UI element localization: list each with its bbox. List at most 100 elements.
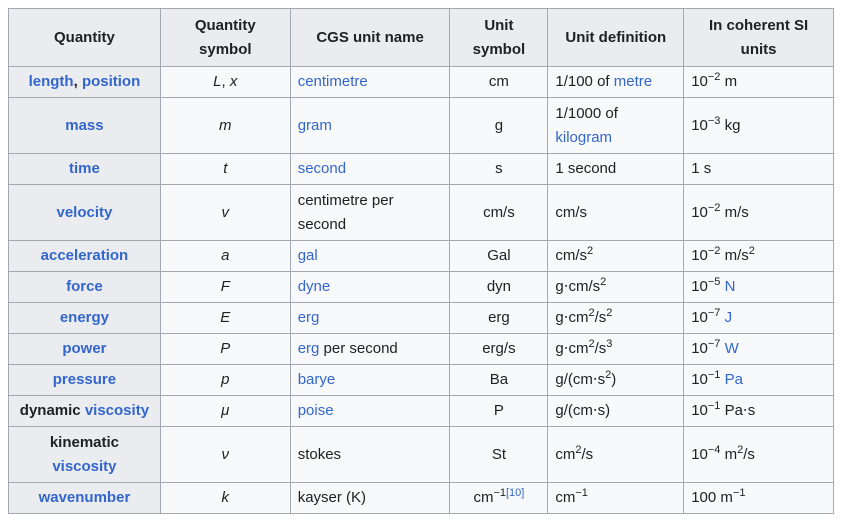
unit-name-link-second[interactable]: second [298, 160, 346, 177]
si-unit-link-joule[interactable]: J [725, 309, 733, 326]
unit-name-cell: second [289, 153, 451, 185]
si-exponent: −1 [707, 400, 721, 412]
si-cell: 10−2 m/s2 [683, 240, 834, 272]
si-unit: Pa⋅s [720, 402, 756, 419]
definition-text: 1/100 of [555, 73, 614, 90]
unit-name-link-gram[interactable]: gram [298, 117, 332, 134]
quantity-separator: , [73, 73, 82, 90]
si-cell: 10−7 W [683, 333, 834, 365]
header-quantity[interactable]: Quantity [8, 8, 161, 67]
si-cell: 1 s [683, 153, 834, 185]
si-exponent: −7 [707, 307, 721, 319]
unit-name-link-dyne[interactable]: dyne [298, 278, 331, 295]
quantity-cell: force [8, 271, 161, 303]
page: Quantity Quantity symbol CGS unit name U… [0, 0, 842, 514]
quantity-link-pressure[interactable]: pressure [53, 371, 116, 388]
quantity-link-wavenumber[interactable]: wavenumber [39, 489, 131, 506]
unit-name-link-erg[interactable]: erg [298, 309, 320, 326]
symbol-x: x [229, 73, 238, 90]
si-exponent: −5 [707, 276, 721, 288]
si-exponent: −1 [732, 487, 746, 499]
quantity-link-energy[interactable]: energy [60, 309, 109, 326]
symbol-L: L [213, 73, 222, 90]
quantity-cell: energy [8, 302, 161, 334]
si-unit: m/s [720, 203, 749, 221]
unit-name-link-gal[interactable]: gal [298, 247, 318, 264]
unit-name-cell: gram [289, 97, 451, 154]
quantity-cell: mass [8, 97, 161, 154]
quantity-link-length[interactable]: length [29, 73, 74, 90]
unit-name-link-poise[interactable]: poise [298, 402, 334, 419]
unit-name-link-barye[interactable]: barye [298, 371, 336, 388]
header-unit-symbol[interactable]: Unit symbol [449, 8, 549, 67]
quantity-text-kinematic: kinematic [49, 433, 120, 451]
quantity-link-position[interactable]: position [82, 73, 140, 90]
quantity-link-viscosity[interactable]: viscosity [52, 458, 116, 475]
si-unit: m [720, 73, 738, 90]
table-row-length: length, position L, x centimetre cm 1/10… [8, 66, 834, 98]
definition-text: cm [555, 445, 576, 463]
si-unit-link-newton[interactable]: N [725, 278, 736, 295]
quantity-cell: kinematic viscosity [8, 426, 161, 483]
definition-link-kilogram[interactable]: kilogram [555, 129, 612, 146]
quantity-link-mass[interactable]: mass [65, 117, 103, 134]
definition-text: ) [611, 371, 617, 388]
unit-symbol-cell: Ba [449, 364, 549, 396]
si-unit-link-pascal[interactable]: Pa [725, 371, 743, 388]
unit-name-cell: dyne [289, 271, 451, 303]
si-unit-suffix: /s [743, 445, 755, 463]
si-base: 10 [691, 402, 708, 419]
definition-exponent: 3 [606, 338, 613, 350]
unit-definition-cell: cm2/s [547, 426, 685, 483]
unit-symbol-cell: erg [449, 302, 549, 334]
table-row-pressure: pressure p barye Ba g/(cm⋅s2) 10−1 Pa [8, 364, 834, 396]
unit-definition-cell: 1/100 of metre [547, 66, 685, 98]
quantity-cell: pressure [8, 364, 161, 396]
si-cell: 10−4 m2/s [683, 426, 834, 483]
table-row-velocity: velocity v centimetre per second cm/s cm/… [8, 184, 834, 241]
unit-definition-cell: g/(cm⋅s2) [547, 364, 685, 396]
header-cgs-unit-name[interactable]: CGS unit name [289, 8, 451, 67]
si-unit-link-watt[interactable]: W [725, 340, 739, 357]
symbol-cell: a [159, 240, 291, 272]
quantity-link-acceleration[interactable]: acceleration [41, 247, 129, 264]
header-quantity-symbol[interactable]: Quantity symbol [159, 8, 291, 67]
table-row-wavenumber: wavenumber k kayser (K) cm−1[10] cm−1 10… [8, 482, 834, 514]
si-cell: 10−2 m/s [683, 184, 834, 241]
si-exponent: −1 [707, 369, 721, 381]
quantity-link-time[interactable]: time [69, 160, 100, 177]
header-si-units[interactable]: In coherent SI units [683, 8, 834, 67]
unit-definition-cell: g⋅cm/s2 [547, 271, 685, 303]
si-base: 10 [691, 247, 708, 264]
quantity-link-velocity[interactable]: velocity [56, 204, 112, 221]
si-cell: 100 m−1 [683, 482, 834, 514]
reference-link[interactable]: [10] [506, 487, 524, 499]
symbol-cell: k [159, 482, 291, 514]
unit-name-cell: gal [289, 240, 451, 272]
si-cell: 10−7 J [683, 302, 834, 334]
quantity-link-viscosity[interactable]: viscosity [85, 402, 149, 419]
unit-definition-cell: 1 second [547, 153, 685, 185]
symbol-cell: F [159, 271, 291, 303]
unit-name-link-centimetre[interactable]: centimetre [298, 73, 368, 90]
symbol-cell: L, x [159, 66, 291, 98]
si-text: 100 m [691, 489, 733, 506]
unit-symbol-text: cm [473, 489, 494, 506]
si-exponent: −3 [707, 114, 721, 127]
si-unit-exponent: 2 [748, 245, 755, 257]
definition-text: /s [581, 445, 594, 463]
si-base: 10 [691, 371, 708, 388]
header-unit-definition[interactable]: Unit definition [547, 8, 685, 67]
quantity-link-power[interactable]: power [62, 340, 106, 357]
quantity-cell: length, position [8, 66, 161, 98]
si-exponent: −2 [707, 201, 721, 214]
definition-link-metre[interactable]: metre [614, 73, 652, 90]
unit-name-link-erg[interactable]: erg [298, 340, 320, 357]
definition-text: g⋅cm/s [555, 278, 601, 295]
symbol-cell: t [159, 153, 291, 185]
quantity-cell: wavenumber [8, 482, 161, 514]
symbol-cell: ν [159, 426, 291, 483]
unit-name-cell: barye [289, 364, 451, 396]
header-row: Quantity Quantity symbol CGS unit name U… [8, 8, 834, 67]
quantity-link-force[interactable]: force [66, 278, 103, 295]
